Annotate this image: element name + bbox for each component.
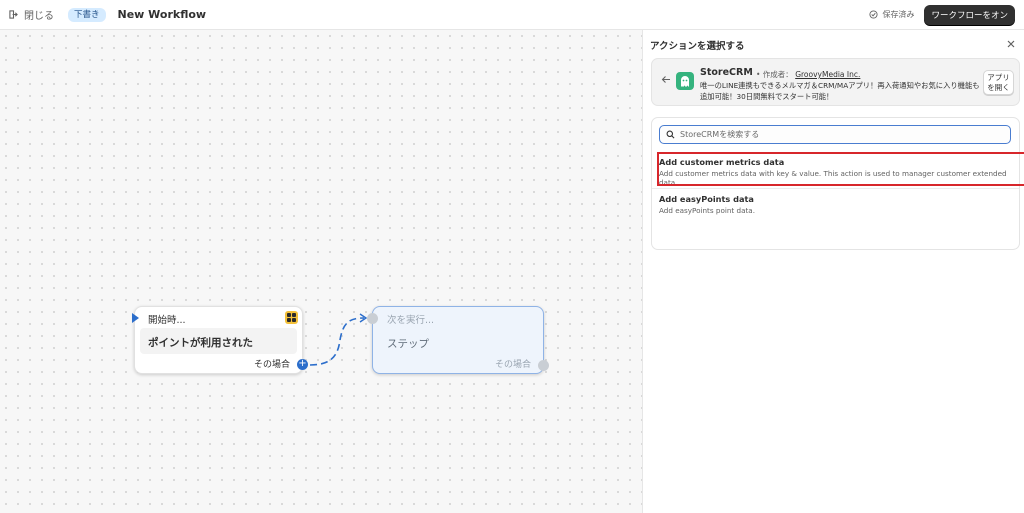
action-list: Add customer metrics data Add customer m… — [651, 117, 1024, 250]
app-by-prefix: • 作成者： — [756, 70, 793, 79]
panel-title: アクションを選択する — [650, 41, 745, 52]
next-step-node[interactable]: 次を実行... ステップ その場合 — [367, 306, 549, 374]
publisher-link[interactable]: GroovyMedia Inc. — [795, 70, 860, 79]
app-description: 唯一のLINE連携もできるメルマガ＆CRM/MAアプリ！再入荷通知やお気に入り機… — [700, 81, 980, 101]
top-bar: 閉じる 下書き New Workflow 保存済み ワークフローをオン — [0, 0, 1024, 30]
trigger-input-port — [132, 313, 139, 323]
saved-label: 保存済み — [882, 10, 915, 19]
trigger-condition-label: その場合 — [253, 360, 290, 370]
workflow-canvas[interactable]: 開始時... ポイントが利用された その場合 + 次を実行... ステップ その… — [0, 30, 642, 513]
step-header: 次を実行... — [387, 315, 435, 326]
open-app-button[interactable]: アプリを開く — [983, 70, 1014, 95]
action-add-easypoints-data[interactable]: Add easyPoints data Add easyPoints point… — [652, 194, 1021, 224]
app-card: StoreCRM • 作成者： GroovyMedia Inc. 唯一のLINE… — [651, 58, 1020, 106]
trigger-node[interactable]: 開始時... ポイントが利用された その場合 + — [132, 306, 308, 374]
close-label: 閉じる — [24, 11, 54, 22]
storecrm-logo-icon — [676, 72, 694, 90]
step-label: ステップ — [387, 338, 429, 350]
step-output-port[interactable] — [538, 360, 549, 371]
check-circle-icon — [869, 10, 879, 19]
app-name: StoreCRM — [700, 67, 753, 78]
action-name: Add easyPoints data — [659, 194, 754, 204]
divider — [652, 188, 1019, 189]
search-box[interactable] — [659, 125, 1011, 144]
action-panel: アクションを選択する StoreCRM • 作成者： GroovyMedia I… — [642, 30, 1024, 513]
trigger-header: 開始時... — [148, 315, 186, 326]
connector-line — [309, 313, 368, 366]
easypoints-app-icon — [285, 311, 298, 324]
close-icon[interactable] — [1006, 39, 1016, 49]
workflow-title: New Workflow — [117, 8, 207, 21]
add-step-icon[interactable]: + — [297, 359, 308, 370]
saved-status: 保存済み — [869, 9, 914, 20]
step-condition-label: その場合 — [494, 360, 531, 370]
back-arrow-icon[interactable] — [661, 75, 671, 84]
step-input-port — [367, 313, 378, 324]
turn-on-workflow-button[interactable]: ワークフローをオン — [924, 4, 1015, 25]
search-input[interactable] — [680, 130, 980, 139]
search-icon — [666, 130, 675, 139]
close-button[interactable]: 閉じる — [9, 7, 54, 22]
action-description: Add easyPoints point data. — [659, 206, 755, 215]
trigger-event: ポイントが利用された — [140, 328, 297, 354]
app-publisher: • 作成者： GroovyMedia Inc. — [756, 69, 860, 80]
exit-icon — [9, 10, 18, 19]
highlight-box — [657, 152, 1024, 186]
draft-badge: 下書き — [68, 7, 106, 22]
